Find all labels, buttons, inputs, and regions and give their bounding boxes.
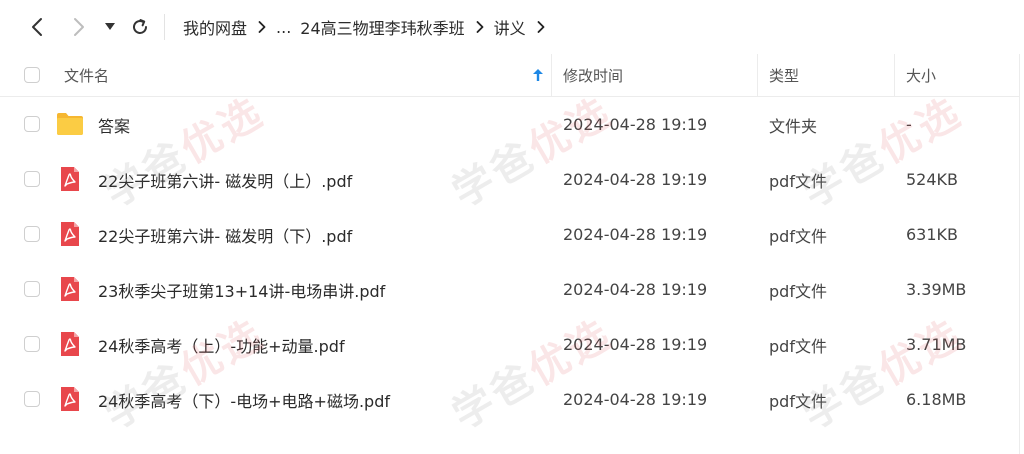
chevron-right-icon bbox=[258, 21, 266, 33]
file-name[interactable]: 24秋季高考（上）-功能+动量.pdf bbox=[98, 317, 345, 372]
column-type[interactable]: 类型 bbox=[769, 54, 799, 96]
file-name[interactable]: 22尖子班第六讲- 磁发明（上）.pdf bbox=[98, 152, 352, 207]
file-size: 6.18MB bbox=[906, 390, 967, 409]
history-dropdown-button[interactable] bbox=[99, 14, 121, 40]
file-modified: 2024-04-28 19:19 bbox=[563, 335, 708, 354]
breadcrumb-ellipsis[interactable]: ... bbox=[276, 18, 291, 37]
column-name[interactable]: 文件名 bbox=[64, 54, 109, 96]
select-all-checkbox[interactable] bbox=[24, 67, 40, 83]
pdf-icon bbox=[61, 277, 79, 301]
chevron-right-icon bbox=[74, 18, 84, 36]
chevron-right-icon bbox=[537, 21, 545, 33]
file-row[interactable]: 24秋季高考（下）-电场+电路+磁场.pdf 2024-04-28 19:19 … bbox=[0, 372, 1019, 427]
file-size: 3.71MB bbox=[906, 335, 967, 354]
file-modified: 2024-04-28 19:19 bbox=[563, 280, 708, 299]
file-size: 3.39MB bbox=[906, 280, 967, 299]
file-type: pdf文件 bbox=[769, 171, 827, 191]
pdf-icon bbox=[61, 167, 79, 191]
column-header: 文件名 修改时间 类型 大小 bbox=[0, 54, 1020, 97]
arrow-up-icon[interactable] bbox=[532, 68, 544, 82]
chevron-left-icon bbox=[32, 18, 42, 36]
chevron-right-icon bbox=[476, 21, 484, 33]
back-button[interactable] bbox=[24, 14, 50, 40]
breadcrumb-root[interactable]: 我的网盘 bbox=[183, 15, 247, 39]
file-name[interactable]: 23秋季尖子班第13+14讲-电场串讲.pdf bbox=[98, 262, 385, 317]
select-all-cell bbox=[24, 54, 40, 96]
file-name[interactable]: 答案 bbox=[98, 97, 130, 152]
row-checkbox[interactable] bbox=[24, 116, 40, 132]
file-row[interactable]: 22尖子班第六讲- 磁发明（下）.pdf 2024-04-28 19:19 pd… bbox=[0, 207, 1019, 262]
file-row[interactable]: 答案 2024-04-28 19:19 文件夹 - bbox=[0, 97, 1019, 152]
refresh-button[interactable] bbox=[127, 14, 153, 40]
caret-down-icon bbox=[105, 23, 115, 30]
file-row[interactable]: 23秋季尖子班第13+14讲-电场串讲.pdf 2024-04-28 19:19… bbox=[0, 262, 1019, 317]
file-modified: 2024-04-28 19:19 bbox=[563, 115, 708, 134]
file-type: pdf文件 bbox=[769, 281, 827, 301]
scrollbar-track[interactable] bbox=[1019, 54, 1020, 454]
file-name[interactable]: 22尖子班第六讲- 磁发明（下）.pdf bbox=[98, 207, 352, 262]
breadcrumb-current[interactable]: 讲义 bbox=[494, 15, 526, 39]
row-checkbox[interactable] bbox=[24, 336, 40, 352]
pdf-icon bbox=[61, 387, 79, 411]
file-name[interactable]: 24秋季高考（下）-电场+电路+磁场.pdf bbox=[98, 372, 390, 427]
file-size: 631KB bbox=[906, 225, 959, 244]
column-divider[interactable] bbox=[551, 54, 552, 96]
row-checkbox[interactable] bbox=[24, 281, 40, 297]
file-modified: 2024-04-28 19:19 bbox=[563, 225, 708, 244]
file-list: 答案 2024-04-28 19:19 文件夹 - 22尖子班第六讲- 磁发明（… bbox=[0, 97, 1019, 427]
file-size: 524KB bbox=[906, 170, 959, 189]
toolbar: 我的网盘 ... 24高三物理李玮秋季班 讲义 bbox=[0, 0, 1024, 54]
toolbar-divider bbox=[164, 14, 165, 40]
breadcrumb-folder[interactable]: 24高三物理李玮秋季班 bbox=[300, 15, 464, 39]
pdf-icon bbox=[61, 332, 79, 356]
refresh-icon bbox=[133, 19, 147, 34]
file-modified: 2024-04-28 19:19 bbox=[563, 170, 708, 189]
column-size[interactable]: 大小 bbox=[906, 54, 936, 96]
column-modified[interactable]: 修改时间 bbox=[563, 54, 623, 96]
row-checkbox[interactable] bbox=[24, 226, 40, 242]
file-type: pdf文件 bbox=[769, 226, 827, 246]
file-type: pdf文件 bbox=[769, 336, 827, 356]
row-checkbox[interactable] bbox=[24, 391, 40, 407]
row-checkbox[interactable] bbox=[24, 171, 40, 187]
forward-button[interactable] bbox=[66, 14, 92, 40]
column-divider[interactable] bbox=[757, 54, 758, 96]
breadcrumb: 我的网盘 ... 24高三物理李玮秋季班 讲义 bbox=[183, 14, 555, 40]
file-row[interactable]: 22尖子班第六讲- 磁发明（上）.pdf 2024-04-28 19:19 pd… bbox=[0, 152, 1019, 207]
file-modified: 2024-04-28 19:19 bbox=[563, 390, 708, 409]
file-manager-window: 我的网盘 ... 24高三物理李玮秋季班 讲义 文件名 修改时间 类型 大小 答… bbox=[0, 0, 1024, 454]
column-divider[interactable] bbox=[894, 54, 895, 96]
file-type: 文件夹 bbox=[769, 116, 818, 136]
file-size: - bbox=[906, 115, 912, 134]
file-type: pdf文件 bbox=[769, 391, 827, 411]
pdf-icon bbox=[61, 222, 79, 246]
file-row[interactable]: 24秋季高考（上）-功能+动量.pdf 2024-04-28 19:19 pdf… bbox=[0, 317, 1019, 372]
folder-icon bbox=[57, 113, 83, 135]
